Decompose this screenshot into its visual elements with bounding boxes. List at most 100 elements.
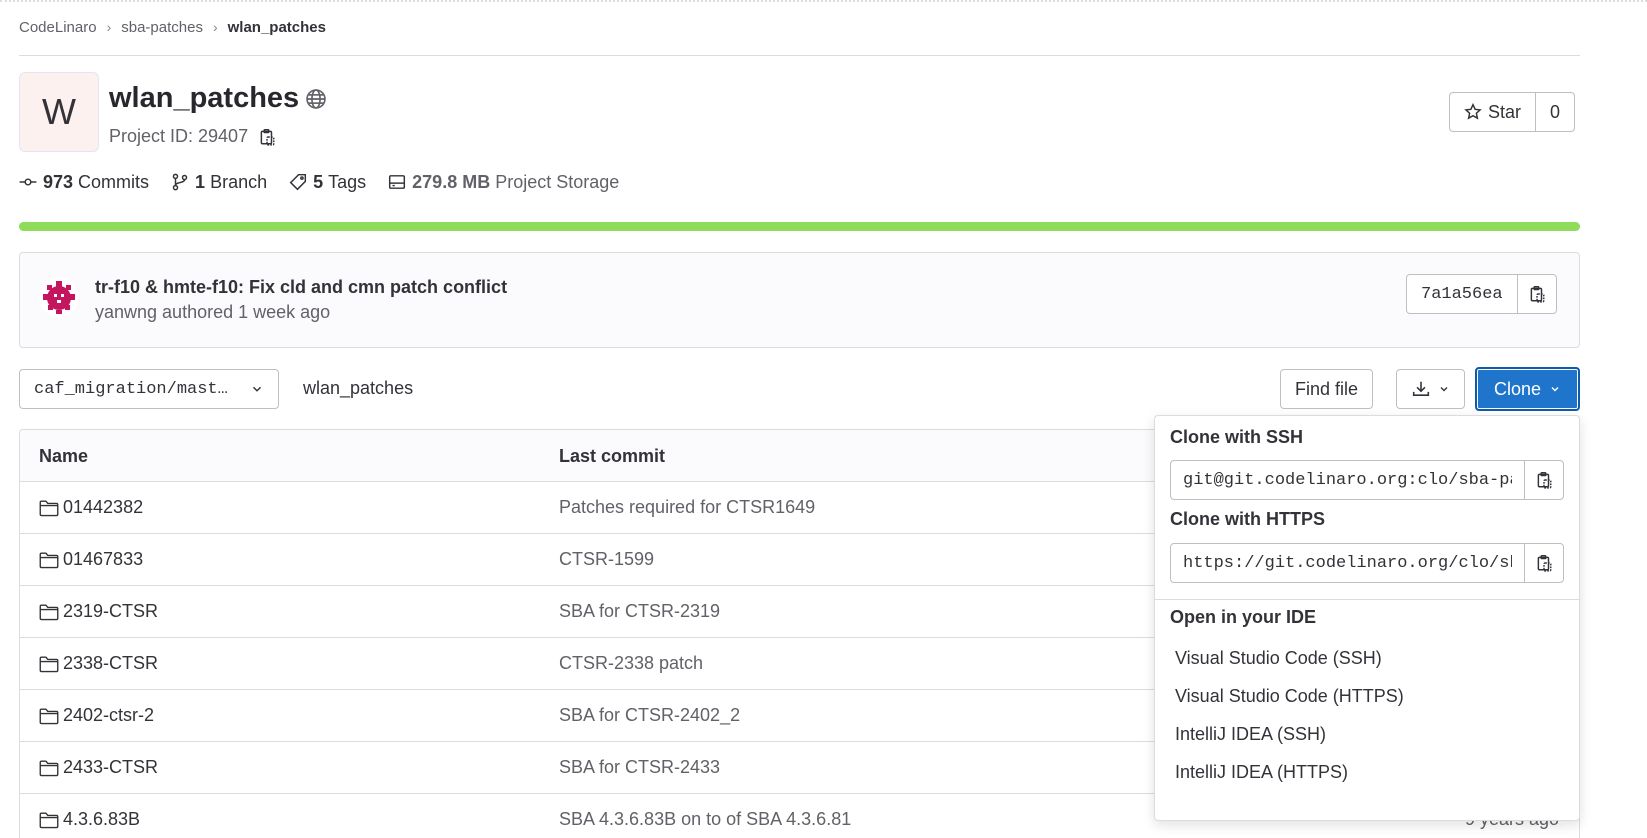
- copy-icon: [1537, 471, 1552, 489]
- file-name: 2319-CTSR: [63, 601, 159, 621]
- file-name: 2338-CTSR: [63, 653, 159, 673]
- file-name: 01442382: [63, 497, 144, 517]
- commit-message-link[interactable]: SBA for CTSR-2319: [559, 601, 720, 622]
- storage-label: Project Storage: [495, 171, 620, 192]
- https-url-input[interactable]: [1170, 543, 1525, 583]
- clone-button[interactable]: Clone: [1475, 367, 1580, 411]
- clone-label: Clone: [1493, 378, 1542, 399]
- clone-ssh-heading: Clone with SSH: [1170, 427, 1304, 447]
- file-name-link[interactable]: 2402-ctsr-2: [39, 705, 154, 726]
- tag-icon: [289, 173, 307, 191]
- last-commit-box: tr-f10 & hmte-f10: Fix cld and cmn patch…: [19, 252, 1580, 348]
- folder-icon: [39, 551, 59, 568]
- ssh-url-input[interactable]: [1170, 460, 1525, 500]
- tags-count: 5: [313, 171, 324, 192]
- commit-sha[interactable]: 7a1a56ea: [1407, 275, 1518, 313]
- header-last-commit: Last commit: [559, 446, 666, 466]
- storage-usage-bar: [19, 222, 1580, 231]
- header-name: Name: [39, 446, 89, 466]
- ide-heading: Open in your IDE: [1170, 607, 1317, 627]
- folder-icon: [39, 811, 59, 828]
- star-label: Star: [1488, 101, 1522, 122]
- file-name: 2402-ctsr-2: [63, 705, 155, 725]
- chevron-right-icon: ›: [106, 19, 112, 35]
- folder-icon: [39, 499, 59, 516]
- copy-icon: [1537, 554, 1552, 572]
- copy-sha-button[interactable]: [1518, 275, 1556, 313]
- globe-icon: [306, 88, 326, 109]
- ide-item-intellij-https[interactable]: IntelliJ IDEA (HTTPS): [1175, 762, 1348, 783]
- file-name-link[interactable]: 01442382: [39, 497, 143, 518]
- chevron-right-icon: ›: [212, 19, 218, 35]
- dropdown-divider: [1155, 599, 1579, 600]
- commit-sha-group: 7a1a56ea: [1406, 274, 1557, 314]
- file-name-link[interactable]: 2338-CTSR: [39, 653, 158, 674]
- project-stats: 973 Commits 1 Branch 5 Tags 279.8 MB Pro…: [19, 171, 641, 193]
- branches-link[interactable]: 1 Branch: [171, 172, 267, 193]
- tags-label: Tags: [328, 171, 367, 192]
- commit-title[interactable]: tr-f10 & hmte-f10: Fix cld and cmn patch…: [95, 277, 507, 298]
- chevron-down-icon: [1551, 387, 1559, 392]
- page-title: wlan_patches: [109, 82, 327, 115]
- copy-icon: [1530, 285, 1545, 303]
- copy-https-button[interactable]: [1524, 543, 1564, 583]
- commits-count: 973: [43, 171, 74, 192]
- clone-dropdown: Clone with SSH Clone with HTTPS Open in …: [1154, 415, 1580, 821]
- ide-item-vscode-ssh[interactable]: Visual Studio Code (SSH): [1175, 648, 1382, 669]
- storage-size: 279.8 MB: [412, 171, 491, 192]
- storage-link[interactable]: 279.8 MB Project Storage: [388, 172, 619, 193]
- branch-name: caf_migration/mast…: [34, 379, 228, 399]
- folder-icon: [39, 707, 59, 724]
- file-name-link[interactable]: 2319-CTSR: [39, 601, 158, 622]
- clone-https-heading: Clone with HTTPS: [1170, 509, 1325, 529]
- copy-icon[interactable]: [258, 128, 276, 146]
- commits-link[interactable]: 973 Commits: [19, 172, 149, 193]
- commit-message-link[interactable]: Patches required for CTSR1649: [559, 497, 815, 518]
- tags-link[interactable]: 5 Tags: [289, 172, 366, 193]
- repo-path[interactable]: wlan_patches: [303, 378, 413, 399]
- breadcrumb-divider: [19, 55, 1580, 56]
- commit-icon: [19, 178, 37, 186]
- commit-message-link[interactable]: SBA 4.3.6.83B on to of SBA 4.3.6.81: [559, 809, 851, 830]
- folder-icon: [39, 655, 59, 672]
- star-button-group: Star 0: [1449, 92, 1576, 132]
- user-avatar[interactable]: [39, 277, 79, 317]
- find-file-button[interactable]: Find file: [1280, 369, 1374, 409]
- branch-count: 1: [195, 171, 206, 192]
- breadcrumb: CodeLinaro › sba-patches › wlan_patches: [19, 17, 326, 37]
- folder-icon: [39, 759, 59, 776]
- star-button[interactable]: Star: [1450, 93, 1537, 131]
- storage-usage-fill: [19, 222, 1580, 231]
- commit-message-link[interactable]: SBA for CTSR-2402_2: [559, 705, 740, 726]
- breadcrumb-wlan-patches[interactable]: wlan_patches: [228, 19, 326, 36]
- chevron-down-icon: [1440, 387, 1447, 392]
- project-id-text: Project ID: 29407: [109, 126, 249, 146]
- file-name: 01467833: [63, 549, 144, 569]
- download-button[interactable]: [1396, 369, 1465, 409]
- file-name-link[interactable]: 4.3.6.83B: [39, 809, 140, 830]
- ide-item-vscode-https[interactable]: Visual Studio Code (HTTPS): [1175, 686, 1404, 707]
- project-id: Project ID: 29407: [109, 126, 276, 147]
- chevron-down-icon: [253, 386, 261, 392]
- breadcrumb-sba-patches[interactable]: sba-patches: [121, 19, 203, 36]
- branch-icon: [172, 173, 188, 191]
- download-icon: [1412, 381, 1429, 396]
- star-count[interactable]: 0: [1536, 93, 1574, 131]
- commit-message-link[interactable]: CTSR-1599: [559, 549, 654, 570]
- file-name-link[interactable]: 01467833: [39, 549, 143, 570]
- branch-label: Branch: [210, 171, 268, 192]
- project-avatar: W: [19, 72, 99, 152]
- star-icon: [1464, 103, 1482, 120]
- commit-message-link[interactable]: CTSR-2338 patch: [559, 653, 703, 674]
- file-name-link[interactable]: 2433-CTSR: [39, 757, 158, 778]
- file-name: 2433-CTSR: [63, 757, 159, 777]
- commit-message-link[interactable]: SBA for CTSR-2433: [559, 757, 720, 778]
- branch-selector[interactable]: caf_migration/mast…: [19, 369, 279, 409]
- disk-icon: [389, 175, 406, 189]
- breadcrumb-codelinaro[interactable]: CodeLinaro: [19, 19, 97, 36]
- commits-label: Commits: [78, 171, 150, 192]
- commit-meta: yanwng authored 1 week ago: [95, 302, 331, 322]
- ide-item-intellij-ssh[interactable]: IntelliJ IDEA (SSH): [1175, 724, 1326, 745]
- copy-ssh-button[interactable]: [1524, 460, 1564, 500]
- folder-icon: [39, 603, 59, 620]
